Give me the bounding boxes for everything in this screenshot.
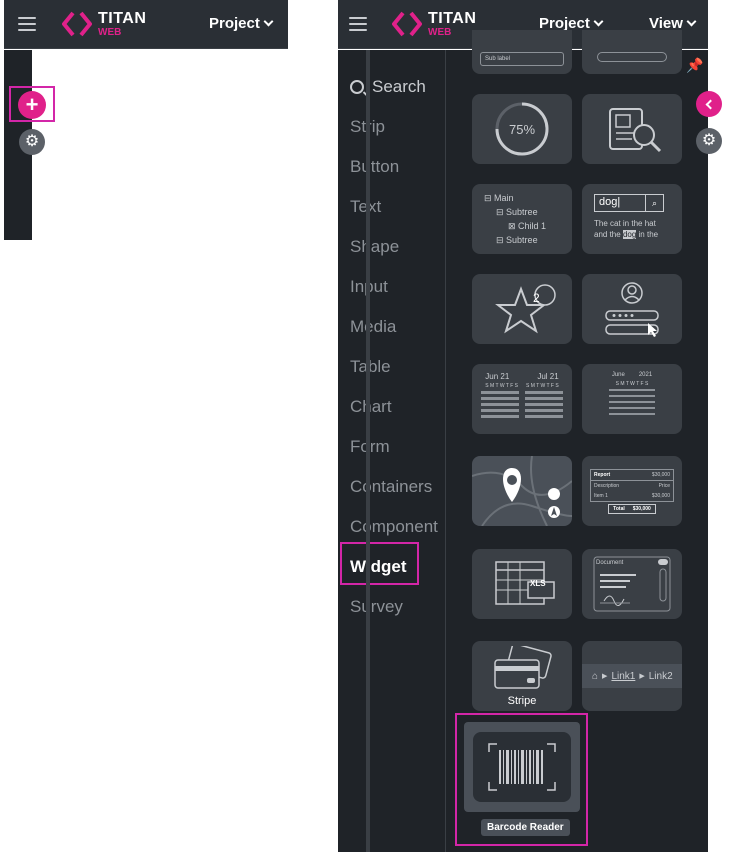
report-row-value: $30,000: [651, 492, 670, 499]
highlight-line: The cat in the hat: [594, 219, 656, 228]
search-icon: [350, 80, 364, 94]
chevron-down-icon: [686, 16, 697, 27]
widget-category-highlight: [340, 542, 419, 585]
stripe-label: Stripe: [507, 695, 537, 707]
report-amount: $30,000: [651, 471, 670, 478]
credit-card-icon: [494, 646, 552, 689]
spreadsheet-icon: [495, 561, 555, 605]
hamburger-menu-icon[interactable]: [18, 17, 36, 31]
calendar-month-label: Jul 21: [537, 372, 559, 381]
document-title: Document: [596, 560, 624, 566]
logo-title: TITAN: [428, 9, 477, 27]
titan-logo-icon: [392, 11, 422, 37]
titan-logo-icon: [62, 11, 92, 37]
collapse-panel-button[interactable]: [696, 91, 722, 117]
category-button[interactable]: Button: [350, 157, 399, 177]
tile-scrollbar[interactable]: [366, 50, 370, 852]
tree-view-tile[interactable]: ⊟ Main ⊟ Subtree ⊠ Child 1 ⊟ Subtree: [472, 184, 572, 254]
tree-root: ⊟ Main: [484, 193, 514, 203]
left-topbar: TITAN WEB Project: [4, 0, 288, 49]
progress-value: 75%: [508, 121, 536, 137]
category-chart[interactable]: Chart: [350, 397, 392, 417]
report-card: Report $30,000 Description Price Item 1 …: [590, 468, 674, 502]
calendar-grid-icon: [481, 391, 563, 418]
calendar-month-label: June: [611, 372, 625, 378]
tree-child: ⊠ Child 1: [508, 221, 547, 231]
calendar-month-label: Jun 21: [485, 372, 510, 381]
category-label: Search: [372, 77, 426, 96]
document-tile[interactable]: Document: [582, 549, 682, 619]
image-search-icon: [609, 108, 662, 153]
report-tile[interactable]: Report $30,000 Description Price Item 1 …: [582, 456, 682, 526]
category-component[interactable]: Component: [350, 517, 438, 537]
search-icon: ⌕: [645, 195, 663, 211]
report-title: Report: [594, 471, 611, 478]
project-menu-label: Project: [209, 15, 260, 32]
stripe-tile[interactable]: Stripe: [472, 641, 572, 711]
gear-icon: ⚙: [24, 133, 40, 150]
calendar-tile[interactable]: June 2021 S M T W T F S: [582, 364, 682, 434]
tree-subtree: ⊟ Subtree: [496, 207, 538, 217]
settings-button[interactable]: ⚙: [19, 129, 45, 155]
star-icon: [495, 284, 556, 334]
settings-button[interactable]: ⚙: [696, 128, 722, 154]
category-survey[interactable]: Survey: [350, 597, 403, 617]
titan-logo: TITAN WEB: [392, 9, 476, 39]
rating-tile[interactable]: 2: [472, 274, 572, 344]
logo-subtitle: WEB: [428, 26, 452, 38]
breadcrumb-link: Link1: [611, 670, 636, 682]
user-login-icon: [605, 282, 659, 337]
image-search-tile[interactable]: [582, 94, 682, 164]
excel-tile[interactable]: XLS: [472, 549, 572, 619]
report-total: Total $30,000: [608, 503, 656, 514]
category-shape[interactable]: Shape: [350, 237, 399, 257]
date-range-tile[interactable]: Jun 21 Jul 21 S M T W T F S S M T W T F …: [472, 364, 572, 434]
breadcrumb-link: Link2: [648, 670, 673, 682]
chevron-down-icon: [593, 16, 604, 27]
barcode-reader-highlight: [455, 713, 588, 846]
category-table[interactable]: Table: [350, 357, 391, 377]
titan-logo: TITAN WEB: [62, 9, 146, 39]
gear-icon: ⚙: [701, 132, 717, 149]
highlight-search-box: dog| ⌕: [594, 194, 664, 212]
hamburger-menu-icon[interactable]: [349, 17, 367, 31]
pin-icon[interactable]: 📌: [686, 57, 703, 74]
tree-subtree: ⊟ Subtree: [496, 235, 538, 245]
map-tile[interactable]: [472, 456, 572, 526]
report-row-label: Item 1: [594, 492, 608, 499]
category-search[interactable]: Search: [350, 77, 426, 97]
highlight-line: and the dog in the: [594, 230, 659, 239]
partial-tile[interactable]: [582, 30, 682, 74]
breadcrumb-tile[interactable]: ⌂ ▶ Link1 ▶ Link2: [582, 641, 682, 711]
home-icon: ⌂: [592, 670, 599, 682]
partial-tile-sublabel: Sub label: [480, 52, 564, 66]
text-highlight-tile[interactable]: dog| ⌕ The cat in the hat and the dog in…: [582, 184, 682, 254]
calendar-year-label: 2021: [638, 372, 653, 378]
logo-subtitle: WEB: [98, 26, 122, 38]
calendar-grid-icon: [609, 389, 655, 415]
rating-badge: 2: [533, 291, 540, 305]
chevron-left-icon: [705, 99, 716, 109]
progress-widget-tile[interactable]: 75%: [472, 94, 572, 164]
report-col: Price: [658, 482, 670, 489]
category-list: Search Strip Button Text Shape Input Med…: [338, 50, 446, 852]
add-button-highlight: [9, 86, 55, 122]
chevron-down-icon: [263, 16, 274, 27]
map-pin-icon: [472, 456, 572, 526]
partial-tile[interactable]: Sub label: [472, 30, 572, 74]
logo-title: TITAN: [98, 9, 147, 27]
excel-badge: XLS: [530, 579, 546, 588]
report-col: Description: [594, 482, 620, 489]
project-menu-button[interactable]: Project: [209, 15, 274, 32]
login-tile[interactable]: [582, 274, 682, 344]
category-media[interactable]: Media: [350, 317, 396, 337]
category-containers[interactable]: Containers: [350, 477, 432, 497]
